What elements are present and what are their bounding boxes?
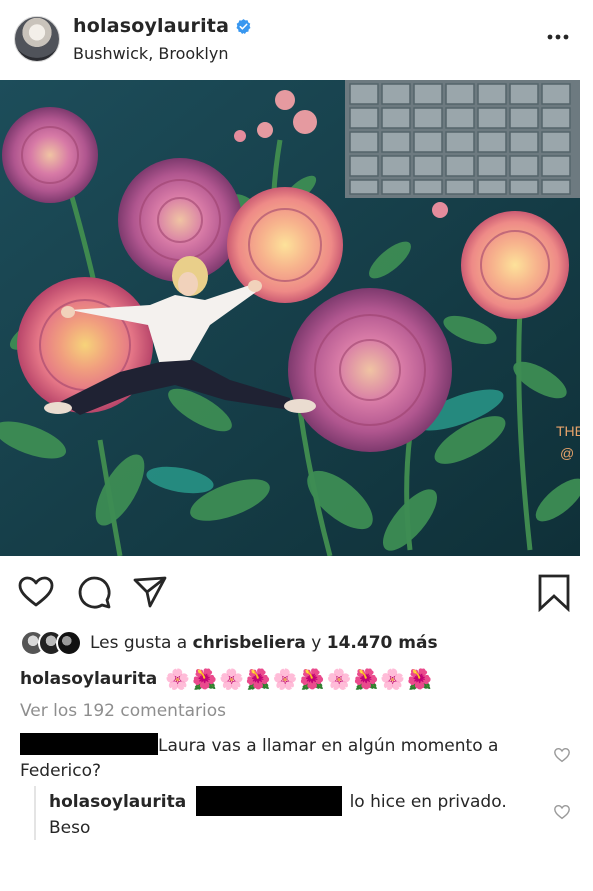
likes-row: Les gusta a chrisbeliera y 14.470 más — [20, 630, 438, 656]
bookmark-icon[interactable] — [534, 572, 574, 612]
likes-connector: y — [311, 633, 322, 653]
caption-username[interactable]: holasoylaurita — [20, 669, 157, 689]
comment-reply: holasoylaurita lo hice en privado. Beso — [34, 786, 544, 840]
glass-block-window — [345, 80, 580, 198]
more-icon[interactable] — [545, 24, 571, 50]
mural-image: THE @ — [0, 80, 580, 556]
caption-emojis: 🌸🌺🌸🌺🌸🌺🌸🌺🌸🌺 — [165, 667, 435, 691]
comment: Laura vas a llamar en algún momento a Fe… — [20, 733, 540, 784]
liker-avatar[interactable] — [56, 630, 82, 656]
view-all-comments-link[interactable]: Ver los 192 comentarios — [20, 701, 226, 721]
caption: holasoylaurita 🌸🌺🌸🌺🌸🌺🌸🌺🌸🌺 — [20, 667, 434, 691]
reply-text-line2: Beso — [49, 818, 91, 838]
reply-username[interactable]: holasoylaurita — [49, 792, 186, 812]
redacted-username — [20, 733, 158, 755]
action-bar — [0, 572, 593, 616]
post-header: holasoylaurita Bushwick, Brooklyn — [0, 0, 593, 78]
mural-signature-line1: THE — [556, 423, 580, 439]
likes-user[interactable]: chrisbeliera — [193, 633, 306, 653]
reply-text-line1: lo hice en privado. — [349, 792, 507, 812]
mural-signature-line2: @ — [560, 445, 574, 461]
comment-text-line1: Laura vas a llamar en algún momento a — [158, 736, 499, 756]
post-username[interactable]: holasoylaurita — [73, 15, 229, 37]
comment-like-heart-icon[interactable] — [553, 746, 571, 764]
post-location[interactable]: Bushwick, Brooklyn — [73, 44, 228, 63]
likes-summary[interactable]: Les gusta a chrisbeliera y 14.470 más — [90, 633, 438, 653]
reply-like-heart-icon[interactable] — [553, 803, 571, 821]
likes-prefix: Les gusta a — [90, 633, 188, 653]
share-icon[interactable] — [130, 572, 170, 612]
comment-icon[interactable] — [74, 572, 114, 612]
redacted-mention — [195, 786, 342, 816]
avatar[interactable] — [14, 16, 60, 62]
verified-badge-icon — [236, 18, 251, 34]
username-row: holasoylaurita — [73, 15, 252, 37]
comment-text-line2: Federico? — [20, 761, 102, 781]
heart-icon[interactable] — [16, 572, 56, 612]
likes-count[interactable]: 14.470 más — [327, 633, 438, 653]
post-photo[interactable]: THE @ — [0, 80, 580, 556]
